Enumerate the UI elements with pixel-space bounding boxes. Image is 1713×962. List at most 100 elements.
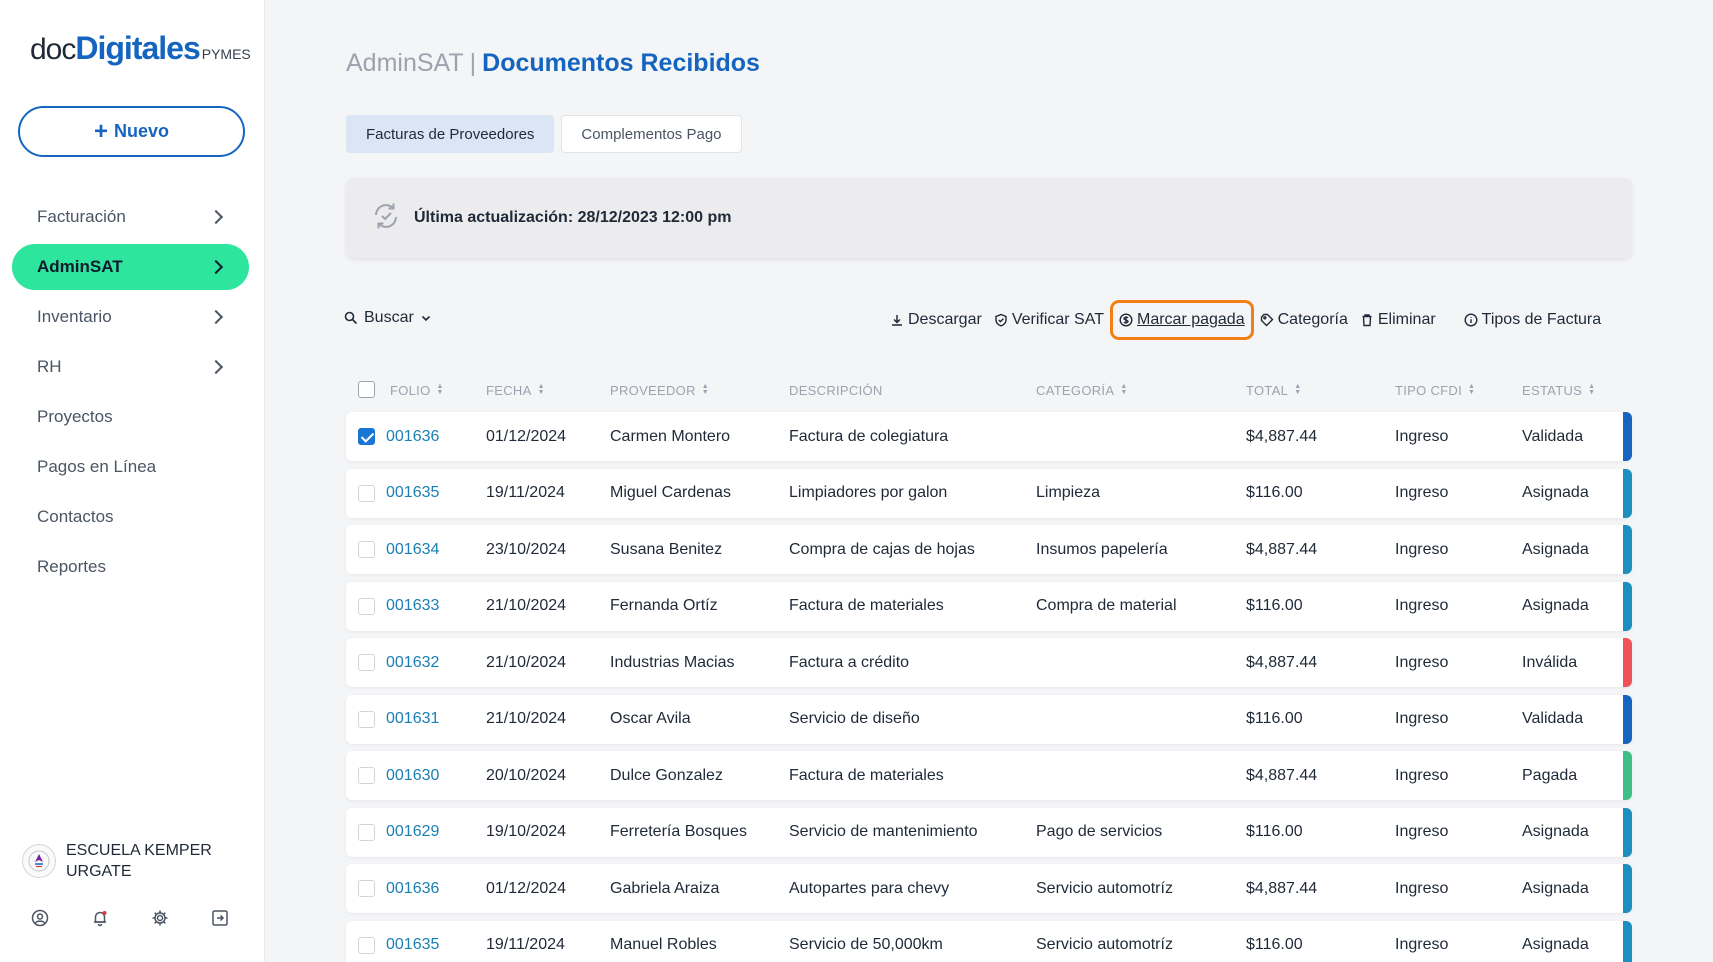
delete-label: Eliminar — [1377, 311, 1436, 328]
sidebar-item-inventario[interactable]: Inventario — [12, 294, 249, 340]
cell-proveedor: Carmen Montero — [610, 427, 731, 445]
sync-icon[interactable] — [370, 200, 402, 237]
cell-fecha: 19/11/2024 — [486, 484, 565, 501]
new-button-label: Nuevo — [114, 121, 170, 141]
sidebar-item-proyectos[interactable]: Proyectos — [12, 394, 249, 440]
gear-icon[interactable] — [150, 908, 169, 927]
cell-tipo: Ingreso — [1395, 597, 1449, 614]
status-indicator — [1623, 468, 1632, 518]
row-checkbox[interactable] — [358, 936, 375, 954]
cell-folio[interactable]: 001631 — [386, 695, 439, 744]
row-checkbox[interactable] — [358, 484, 375, 502]
sidebar-item-contactos[interactable]: Contactos — [12, 494, 249, 540]
download-button[interactable]: Descargar — [884, 300, 988, 340]
cell-tipo: Ingreso — [1395, 540, 1449, 558]
table-row[interactable]: 001630 20/10/2024 Dulce Gonzalez Factura de… — [346, 751, 1632, 800]
mark-paid-button[interactable]: Marcar pagada — [1109, 300, 1254, 340]
cell-total: $116.00 — [1246, 936, 1303, 953]
table-row[interactable]: 001636 01/12/2024 Gabriela Araiza Autoparte… — [346, 864, 1632, 913]
cell-folio[interactable]: 001635 — [386, 469, 439, 518]
select-all-checkbox[interactable] — [358, 381, 375, 398]
sidebar-item-reportes[interactable]: Reportes — [12, 544, 249, 590]
row-checkbox[interactable] — [358, 597, 375, 615]
bell-icon[interactable] — [90, 908, 109, 927]
sidebar-nav: Facturación AdminSAT Inventario RH Proyectos… — [12, 194, 249, 594]
cell-proveedor: Ferretería Bosques — [610, 823, 747, 840]
new-button[interactable]: + Nuevo — [18, 106, 245, 157]
row-checkbox[interactable] — [358, 654, 375, 671]
column-label-proveedor: PROVEEDOR — [610, 382, 696, 398]
column-header-total[interactable]: TOTAL ▲ ▼ — [1246, 383, 1301, 398]
status-indicator — [1623, 412, 1632, 461]
sidebar-item-adminsat[interactable]: AdminSAT — [12, 244, 249, 290]
cell-total: $4,887.44 — [1246, 766, 1318, 784]
sidebar-item-pagos-en-línea[interactable]: Pagos en Línea — [12, 444, 249, 490]
column-label-categoria: CATEGORÍA — [1036, 382, 1115, 398]
cell-tipo: Ingreso — [1395, 710, 1449, 727]
table-row[interactable]: 001633 21/10/2024 Fernanda Ortíz Factura de… — [346, 581, 1632, 631]
cell-folio[interactable]: 001636 — [386, 412, 439, 461]
cell-folio[interactable]: 001633 — [386, 582, 439, 631]
logout-icon[interactable] — [210, 908, 229, 927]
row-checkbox[interactable] — [358, 541, 375, 558]
sidebar-item-facturación[interactable]: Facturación — [12, 194, 249, 240]
company-name: ESCUELA KEMPER URGATE — [66, 842, 212, 880]
sidebar-item-label: Proyectos — [37, 407, 113, 426]
table-row[interactable]: 001636 01/12/2024 Carmen Montero Factura de… — [346, 412, 1632, 461]
user-circle-icon[interactable] — [30, 908, 49, 927]
cell-folio[interactable]: 001632 — [386, 638, 439, 687]
column-header-estatus[interactable]: ESTATUS ▲ ▼ — [1522, 383, 1595, 398]
chevron-right-icon — [208, 209, 224, 225]
sidebar-item-rh[interactable]: RH — [12, 344, 249, 390]
sort-icon: ▲ ▼ — [436, 383, 444, 396]
cell-fecha: 01/12/2024 — [486, 879, 567, 897]
cell-fecha: 19/11/2024 — [486, 936, 565, 953]
table-row[interactable]: 001629 19/10/2024 Ferretería Bosques Servic… — [346, 807, 1632, 857]
tab-facturas-proveedores[interactable]: Facturas de Proveedores — [346, 115, 555, 153]
cell-fecha: 21/10/2024 — [486, 653, 567, 671]
page-title: AdminSAT | Documentos Recibidos — [346, 49, 760, 78]
cell-categoria: Pago de servicios — [1036, 823, 1163, 840]
search-dropdown[interactable]: Buscar — [344, 309, 432, 327]
verify-sat-button[interactable]: Verificar SAT — [988, 300, 1110, 340]
table-row[interactable]: 001631 21/10/2024 Oscar Avila Servicio de d… — [346, 694, 1632, 744]
cell-categoria: Compra de material — [1036, 597, 1177, 614]
cell-folio[interactable]: 001635 — [386, 921, 439, 962]
row-checkbox[interactable] — [358, 880, 375, 897]
table-row[interactable]: 001634 23/10/2024 Susana Benitez Compra de … — [346, 525, 1632, 574]
tab-complementos-pago[interactable]: Complementos Pago — [561, 115, 742, 153]
invoice-types-button[interactable]: Tipos de Factura — [1458, 300, 1607, 340]
row-checkbox[interactable] — [358, 428, 375, 445]
table-row[interactable]: 001635 19/11/2024 Miguel Cardenas Limpiador… — [346, 468, 1632, 518]
company-info[interactable]: ESCUELA KEMPER URGATE — [22, 840, 236, 882]
cell-folio[interactable]: 001634 — [386, 525, 439, 574]
cell-folio[interactable]: 001636 — [386, 864, 439, 913]
download-icon — [892, 315, 902, 326]
table-row[interactable]: 001632 21/10/2024 Industrias Macias Factura… — [346, 638, 1632, 687]
column-label-folio: FOLIO — [390, 382, 431, 398]
row-checkbox[interactable] — [358, 767, 375, 784]
breadcrumb-adminsat[interactable]: AdminSAT — [346, 49, 464, 77]
cell-folio[interactable]: 001629 — [386, 808, 439, 857]
column-header-tipo-cfdi[interactable]: TIPO CFDI ▲ ▼ — [1395, 383, 1475, 398]
category-button[interactable]: Categoría — [1254, 300, 1354, 340]
column-header-fecha[interactable]: FECHA ▲ ▼ — [486, 383, 545, 398]
column-header-categoria[interactable]: CATEGORÍA ▲ ▼ — [1036, 383, 1128, 398]
tag-icon — [1260, 313, 1274, 327]
cell-proveedor: Fernanda Ortíz — [610, 597, 718, 614]
cell-proveedor: Gabriela Araiza — [610, 879, 720, 897]
column-header-proveedor[interactable]: PROVEEDOR ▲ ▼ — [610, 383, 709, 398]
row-checkbox[interactable] — [358, 710, 375, 728]
cell-tipo: Ingreso — [1395, 766, 1449, 784]
column-label-total: TOTAL — [1246, 382, 1289, 398]
sort-icon: ▲ ▼ — [1467, 383, 1476, 396]
logo-text-pymes: PYMES — [201, 46, 251, 62]
app-logo[interactable]: doc Digitales PYMES — [30, 30, 251, 67]
category-label: Categoría — [1277, 311, 1348, 328]
column-header-folio[interactable]: FOLIO ▲ ▼ — [390, 383, 444, 398]
cell-folio[interactable]: 001630 — [386, 751, 439, 800]
delete-button[interactable]: Eliminar — [1354, 300, 1442, 340]
cell-estatus: Asignada — [1522, 484, 1589, 501]
row-checkbox[interactable] — [358, 823, 375, 841]
table-row[interactable]: 001635 19/11/2024 Manuel Robles Servicio de… — [346, 920, 1632, 962]
